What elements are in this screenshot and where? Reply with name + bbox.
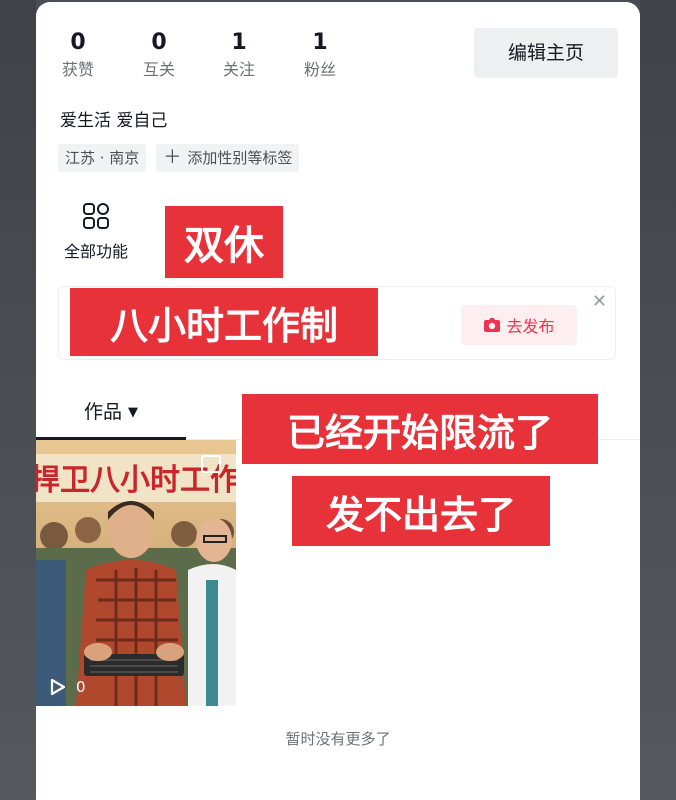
stat-label: 互关: [142, 60, 175, 79]
grid-icon: [83, 203, 109, 229]
edit-profile-button[interactable]: 编辑主页: [474, 28, 618, 78]
plus-icon: ＋: [163, 147, 182, 168]
profile-tags: 江苏 · 南京 ＋ 添加性别等标签: [58, 144, 300, 172]
play-icon: [50, 678, 66, 696]
play-count: 0: [48, 678, 86, 696]
background-left: [0, 0, 36, 800]
background-right: [640, 0, 676, 800]
location-label: 江苏 · 南京: [65, 149, 140, 167]
add-tag-label: 添加性别等标签: [187, 149, 293, 167]
location-tag[interactable]: 江苏 · 南京: [58, 144, 147, 172]
stat-label: 获赞: [61, 60, 94, 79]
tab-works-label: 作品: [83, 401, 122, 423]
stat-value: 1: [231, 30, 247, 55]
stat-followers[interactable]: 1 粉丝: [290, 30, 350, 82]
stat-following[interactable]: 1 关注: [209, 30, 269, 82]
stat-value: 0: [70, 30, 86, 55]
add-tag-button[interactable]: ＋ 添加性别等标签: [156, 144, 300, 172]
stat-value: 1: [312, 30, 328, 55]
profile-bio: 爱生活 爱自己: [60, 111, 168, 131]
video-thumbnail[interactable]: 捍卫八小时工作制: [36, 440, 236, 706]
camera-icon: [484, 318, 501, 332]
video-cover-illustration: 捍卫八小时工作制: [36, 440, 236, 706]
overlay-caption-4: 发不出去了: [292, 476, 550, 546]
stat-label: 关注: [222, 60, 255, 79]
tab-works[interactable]: 作品 ▼: [36, 394, 186, 440]
publish-label: 去发布: [506, 317, 555, 336]
no-more-content-text: 暂时没有更多了: [285, 730, 391, 748]
video-banner-text: 捍卫八小时工作制: [36, 463, 236, 498]
stat-likes[interactable]: 0 获赞: [48, 30, 108, 82]
overlay-caption-2: 八小时工作制: [70, 288, 378, 356]
all-functions-button[interactable]: 全部功能: [56, 202, 136, 262]
overlay-caption-1: 双休: [165, 206, 283, 278]
close-icon[interactable]: ✕: [592, 291, 607, 312]
overlay-caption-3: 已经开始限流了: [242, 394, 598, 464]
play-count-value: 0: [76, 678, 86, 696]
all-functions-label: 全部功能: [63, 242, 128, 261]
stat-mutual[interactable]: 0 互关: [129, 30, 189, 82]
publish-button[interactable]: 去发布: [461, 305, 577, 345]
stat-value: 0: [151, 30, 167, 55]
stat-label: 粉丝: [303, 60, 336, 79]
triangle-down-icon: ▼: [128, 405, 138, 420]
profile-stats: 0 获赞 0 互关 1 关注 1 粉丝: [36, 30, 366, 90]
